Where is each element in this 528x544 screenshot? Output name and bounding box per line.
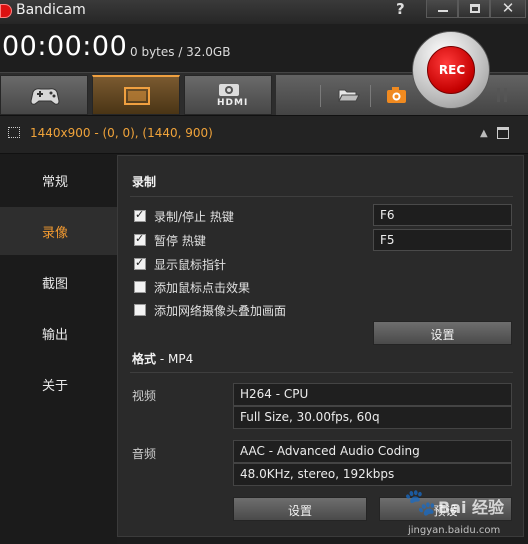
- capture-region-bar: 1440x900 - (0, 0), (1440, 900) ▲: [0, 116, 528, 154]
- show-cursor-checkbox[interactable]: [134, 256, 146, 270]
- record-settings-button[interactable]: 设置: [373, 321, 512, 345]
- video-label: 视频: [132, 389, 157, 403]
- watermark-url: jingyan.baidu.com: [408, 525, 501, 536]
- window-mode-icon[interactable]: [497, 127, 509, 139]
- toolbar-divider: [370, 85, 371, 107]
- webcam-overlay-label: 添加网络摄像头叠加画面: [154, 304, 287, 318]
- settings-sidebar: 常规 录像 截图 输出 关于: [0, 154, 117, 544]
- format-section-title: 格式 - MP4: [132, 350, 193, 367]
- open-folder-button[interactable]: [334, 81, 362, 109]
- region-select-icon[interactable]: [8, 127, 20, 138]
- baidu-jingyan-watermark: 🐾 Bai 经验 jingyan.baidu.com: [402, 484, 526, 540]
- close-icon: ✕: [501, 0, 515, 17]
- record-label: REC: [438, 63, 466, 77]
- sidebar-item-label: 输出: [42, 328, 69, 343]
- maximize-button[interactable]: [458, 0, 490, 18]
- pause-hotkey-label: 暂停 热键: [154, 234, 206, 248]
- close-button[interactable]: ✕: [490, 0, 526, 18]
- click-effect-label: 添加鼠标点击效果: [154, 281, 251, 295]
- sidebar-item-output[interactable]: 输出: [0, 309, 117, 357]
- gamepad-icon: [30, 88, 60, 105]
- audio-details-field: 48.0KHz, stereo, 192kbps: [233, 463, 512, 486]
- hdmi-mode-button[interactable]: HDMI: [184, 75, 272, 115]
- minimize-icon: [438, 10, 448, 12]
- toolbar-divider: [320, 85, 321, 107]
- bandicam-logo-icon: [0, 4, 12, 18]
- maximize-icon: [470, 4, 480, 13]
- show-cursor-label: 显示鼠标指针: [154, 258, 227, 272]
- record-hotkey-field[interactable]: F6: [373, 204, 512, 226]
- section-divider: [130, 196, 513, 197]
- sidebar-item-screenshot[interactable]: 截图: [0, 258, 117, 306]
- sidebar-item-video[interactable]: 录像: [0, 207, 117, 255]
- format-container: - MP4: [156, 352, 194, 366]
- format-title: 格式: [132, 352, 157, 366]
- screenshot-button[interactable]: [382, 81, 410, 109]
- webcam-overlay-checkbox[interactable]: [134, 304, 146, 316]
- recording-timer: 00:00:00: [2, 31, 128, 62]
- sidebar-item-label: 关于: [42, 379, 69, 394]
- screen-mode-button[interactable]: [92, 75, 180, 115]
- video-settings-panel: 录制 录制/停止 热键 F6 暂停 热键 F5 显示鼠标指针 添加鼠标点击效果 …: [117, 155, 524, 537]
- title-bar: Bandicam ? ✕: [0, 0, 528, 24]
- file-size-indicator: 0 bytes / 32.0GB: [130, 45, 231, 59]
- tool-strip: [276, 75, 528, 115]
- sidebar-item-about[interactable]: 关于: [0, 360, 117, 408]
- window-title: Bandicam: [16, 2, 86, 18]
- record-section-title: 录制: [132, 175, 157, 189]
- watermark-title: Bai 经验: [438, 498, 505, 517]
- collapse-arrow-icon[interactable]: ▲: [480, 128, 488, 139]
- hdmi-label: HDMI: [217, 98, 249, 108]
- game-mode-button[interactable]: [0, 75, 88, 115]
- monitor-icon: [124, 87, 150, 105]
- sidebar-item-label: 截图: [42, 277, 69, 292]
- help-button[interactable]: ?: [396, 0, 405, 18]
- hdmi-device-icon: [219, 84, 239, 96]
- record-button-core: REC: [427, 46, 475, 94]
- minimize-button[interactable]: [426, 0, 458, 18]
- paw-icon: 🐾: [404, 488, 437, 518]
- camera-icon: [387, 87, 406, 103]
- audio-label: 音频: [132, 447, 157, 461]
- pause-hotkey-field[interactable]: F5: [373, 229, 512, 251]
- folder-icon: [338, 89, 360, 102]
- sidebar-item-general[interactable]: 常规: [0, 156, 117, 204]
- sidebar-item-label: 录像: [42, 226, 69, 241]
- pause-icon: [497, 88, 507, 102]
- record-button[interactable]: REC: [412, 31, 490, 109]
- capture-region-text: 1440x900 - (0, 0), (1440, 900): [30, 126, 213, 140]
- video-details-field: Full Size, 30.00fps, 60q: [233, 406, 512, 429]
- record-hotkey-checkbox[interactable]: [134, 208, 146, 222]
- sidebar-item-label: 常规: [42, 175, 69, 190]
- section-divider: [130, 372, 513, 373]
- pause-button[interactable]: [490, 83, 514, 107]
- pause-hotkey-checkbox[interactable]: [134, 232, 146, 246]
- video-codec-field: H264 - CPU: [233, 383, 512, 406]
- record-hotkey-label: 录制/停止 热键: [154, 210, 234, 224]
- audio-codec-field: AAC - Advanced Audio Coding: [233, 440, 512, 463]
- format-settings-button[interactable]: 设置: [233, 497, 367, 521]
- click-effect-checkbox[interactable]: [134, 281, 146, 293]
